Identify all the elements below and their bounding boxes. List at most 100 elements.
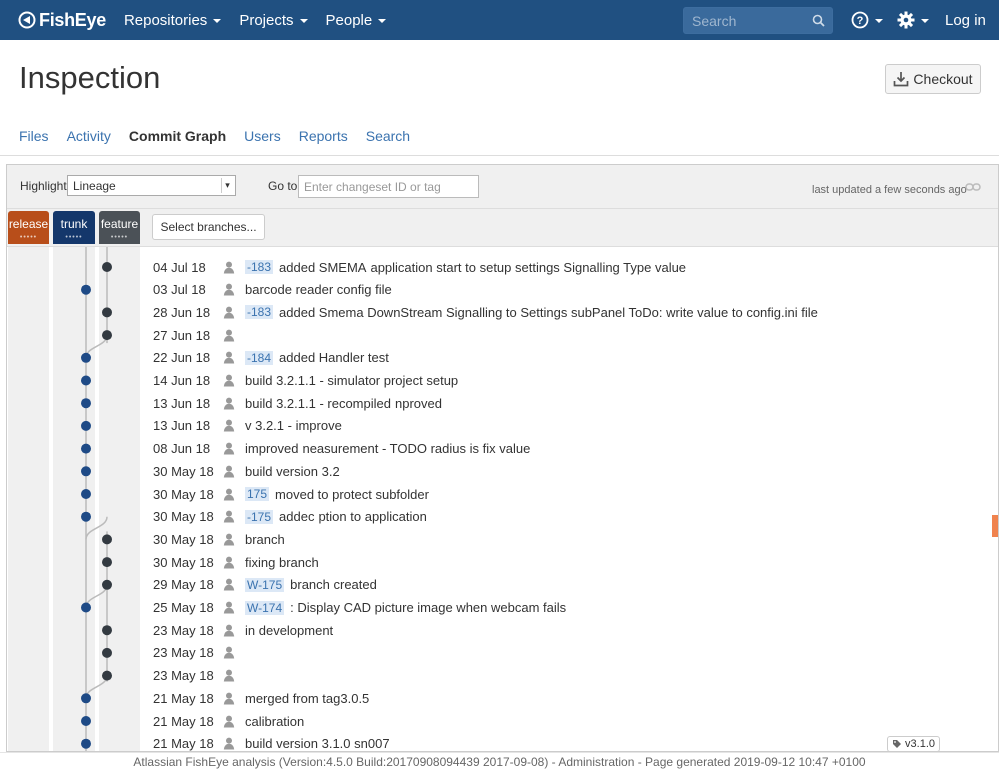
user-icon[interactable] bbox=[223, 578, 245, 591]
commit-node[interactable] bbox=[81, 716, 91, 726]
drag-handle-icon[interactable]: ••••• bbox=[65, 234, 82, 241]
commit-node[interactable] bbox=[81, 375, 91, 386]
checkout-button[interactable]: Checkout bbox=[885, 64, 981, 94]
commit-node[interactable] bbox=[102, 647, 112, 658]
highlight-select[interactable]: Lineage ▾ bbox=[67, 175, 236, 196]
link-icon[interactable] bbox=[965, 182, 981, 192]
commit-node[interactable] bbox=[81, 443, 91, 454]
commit-node[interactable] bbox=[81, 738, 91, 749]
drag-handle-icon[interactable]: ••••• bbox=[20, 234, 37, 241]
nav-repositories[interactable]: Repositories bbox=[124, 12, 222, 29]
commit-row[interactable]: 14 Jun 18 build 3.2.1.1 - simulator proje… bbox=[153, 370, 988, 392]
scroll-position-marker[interactable] bbox=[992, 515, 998, 537]
commit-node[interactable] bbox=[81, 489, 91, 499]
fisheye-logo[interactable]: FishEye bbox=[18, 10, 106, 31]
commit-row[interactable]: 30 May 18 branch bbox=[153, 528, 988, 550]
commit-row[interactable]: 29 May 18 W-175 branch created bbox=[153, 574, 988, 596]
search-input[interactable] bbox=[684, 8, 804, 33]
commit-row[interactable]: 22 Jun 18 -184 added Handler test bbox=[153, 347, 988, 369]
login-link[interactable]: Log in bbox=[945, 12, 986, 29]
issue-link[interactable]: 175 bbox=[245, 487, 270, 501]
commit-row[interactable]: 23 May 18 bbox=[153, 665, 988, 687]
commit-row[interactable]: 08 Jun 18 improved neasurement - TODO radi… bbox=[153, 438, 988, 460]
commit-node[interactable] bbox=[81, 511, 91, 522]
user-icon[interactable] bbox=[223, 374, 245, 387]
tab-search[interactable]: Search bbox=[366, 128, 410, 144]
commit-node[interactable] bbox=[102, 534, 112, 545]
user-icon[interactable] bbox=[223, 601, 245, 614]
user-icon[interactable] bbox=[223, 624, 245, 637]
user-icon[interactable] bbox=[223, 351, 245, 364]
issue-link[interactable]: -184 bbox=[245, 350, 274, 365]
nav-projects[interactable]: Projects bbox=[239, 12, 308, 29]
commit-row[interactable]: 23 May 18 bbox=[153, 642, 988, 664]
commit-node[interactable] bbox=[81, 352, 91, 363]
settings-menu[interactable] bbox=[897, 11, 929, 29]
commit-row[interactable]: 30 May 18 175 moved to protect subfolder bbox=[153, 483, 988, 505]
search-icon[interactable] bbox=[812, 14, 825, 27]
commit-row[interactable]: 21 May 18 calibration bbox=[153, 710, 988, 732]
commit-node[interactable] bbox=[102, 557, 112, 568]
user-icon[interactable] bbox=[223, 556, 245, 569]
user-icon[interactable] bbox=[223, 397, 245, 410]
commit-row[interactable]: 04 Jul 18 -183 added SMEMA application star… bbox=[153, 256, 988, 278]
commit-row[interactable]: 30 May 18 fixing branch bbox=[153, 551, 988, 573]
commit-node[interactable] bbox=[81, 284, 91, 295]
commit-node[interactable] bbox=[102, 307, 112, 318]
commit-row[interactable]: 03 Jul 18 barcode reader config file bbox=[153, 279, 988, 301]
commit-row[interactable]: 13 Jun 18 v 3.2.1 - improve bbox=[153, 415, 988, 437]
tab-activity[interactable]: Activity bbox=[67, 128, 111, 144]
user-icon[interactable] bbox=[223, 306, 245, 319]
commit-row[interactable]: 21 May 18 merged from tag3.0.5 bbox=[153, 687, 988, 709]
version-tag[interactable]: v3.1.0 bbox=[887, 735, 940, 751]
user-icon[interactable] bbox=[223, 533, 245, 546]
commit-row[interactable]: 30 May 18 -175 addec ption to application bbox=[153, 506, 988, 528]
commit-row[interactable]: 30 May 18 build version 3.2 bbox=[153, 460, 988, 482]
commit-node[interactable] bbox=[102, 625, 112, 636]
tab-commit-graph[interactable]: Commit Graph bbox=[129, 128, 226, 144]
goto-changeset-input[interactable] bbox=[298, 175, 479, 198]
user-icon[interactable] bbox=[223, 419, 245, 432]
issue-link[interactable]: -183 bbox=[245, 305, 274, 320]
commit-node[interactable] bbox=[102, 330, 112, 341]
branch-trunk[interactable]: trunk ••••• bbox=[53, 211, 95, 244]
user-icon[interactable] bbox=[223, 261, 245, 274]
user-icon[interactable] bbox=[223, 669, 245, 682]
help-menu[interactable]: ? bbox=[851, 11, 883, 29]
user-icon[interactable] bbox=[223, 442, 245, 455]
user-icon[interactable] bbox=[223, 329, 245, 342]
user-icon[interactable] bbox=[223, 715, 245, 728]
branch-feature[interactable]: feature ••••• bbox=[99, 211, 140, 244]
commit-node[interactable] bbox=[102, 670, 112, 681]
issue-link[interactable]: -183 bbox=[245, 260, 274, 274]
commit-node[interactable] bbox=[81, 602, 91, 613]
commit-row[interactable]: 28 Jun 18 -183 added Smema DownStream Sign… bbox=[153, 301, 988, 323]
commit-node[interactable] bbox=[102, 262, 112, 272]
nav-people[interactable]: People bbox=[326, 12, 387, 29]
tab-files[interactable]: Files bbox=[19, 128, 49, 144]
user-icon[interactable] bbox=[223, 737, 245, 750]
user-icon[interactable] bbox=[223, 488, 245, 501]
commit-row[interactable]: 23 May 18 in development bbox=[153, 619, 988, 641]
drag-handle-icon[interactable]: ••••• bbox=[111, 234, 128, 241]
commit-row[interactable]: 27 Jun 18 bbox=[153, 324, 988, 346]
user-icon[interactable] bbox=[223, 465, 245, 478]
tab-reports[interactable]: Reports bbox=[299, 128, 348, 144]
commit-row[interactable]: 21 May 18 build version 3.1.0 sn007 v3.1.0 bbox=[153, 733, 988, 751]
commit-node[interactable] bbox=[81, 693, 91, 704]
commit-row[interactable]: 25 May 18 W-174: Display CAD picture imag… bbox=[153, 597, 988, 619]
commit-row[interactable]: 13 Jun 18 build 3.2.1.1 - recompiled nprov… bbox=[153, 392, 988, 414]
user-icon[interactable] bbox=[223, 510, 245, 523]
issue-link[interactable]: -175 bbox=[245, 509, 274, 524]
branch-release[interactable]: release ••••• bbox=[8, 211, 49, 244]
commit-node[interactable] bbox=[81, 398, 91, 409]
issue-link[interactable]: W-174 bbox=[245, 600, 285, 615]
user-icon[interactable] bbox=[223, 646, 245, 659]
commit-node[interactable] bbox=[102, 579, 112, 590]
select-branches-button[interactable]: Select branches... bbox=[152, 214, 265, 240]
user-icon[interactable] bbox=[223, 692, 245, 705]
issue-link[interactable]: W-175 bbox=[245, 577, 285, 592]
tab-users[interactable]: Users bbox=[244, 128, 281, 144]
commit-node[interactable] bbox=[81, 420, 91, 431]
commit-node[interactable] bbox=[81, 466, 91, 477]
